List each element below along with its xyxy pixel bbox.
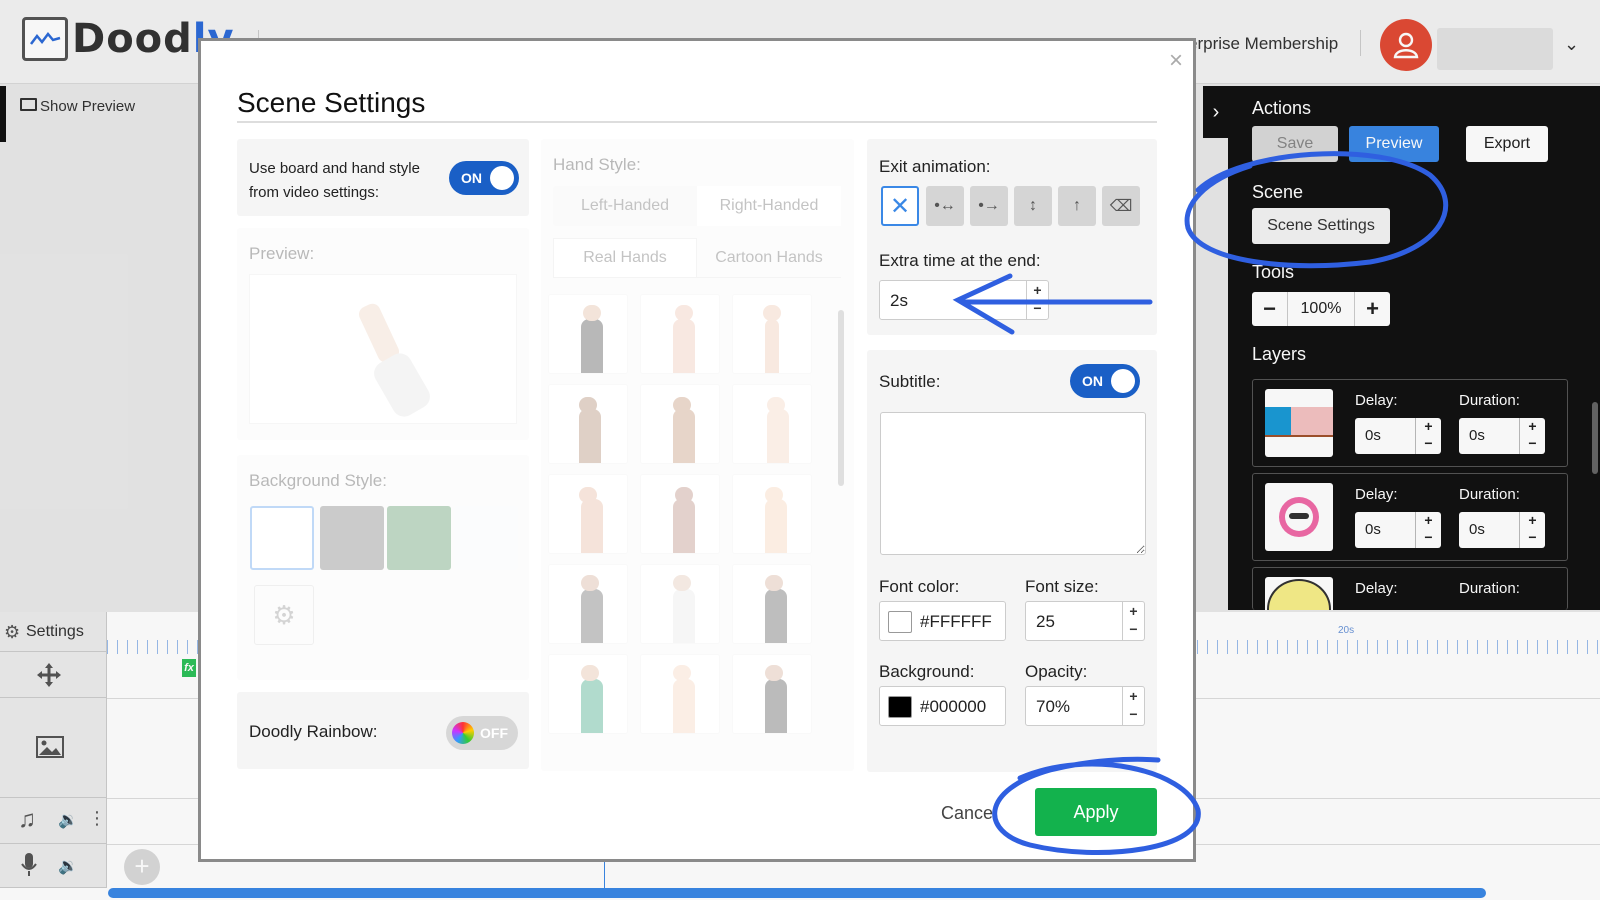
use-board-section: Use board and hand style from video setti… xyxy=(237,139,529,216)
hand-style-label: Hand Style: xyxy=(553,155,641,174)
hand-option[interactable] xyxy=(548,384,628,464)
stepper-plus-minus-icon[interactable]: + − xyxy=(1122,687,1144,725)
hand-option[interactable] xyxy=(640,474,720,554)
hand-option[interactable] xyxy=(548,294,628,374)
exit-slide-up-icon[interactable]: ↑ xyxy=(1058,186,1096,226)
hand-option[interactable] xyxy=(548,474,628,554)
exit-none-close-icon[interactable]: ✕ xyxy=(881,186,919,226)
preview-label: Preview: xyxy=(249,244,315,263)
handedness-selector: Left-Handed Right-Handed xyxy=(553,186,841,226)
extra-time-input[interactable]: 2s + − xyxy=(879,280,1049,320)
subtitle-textarea[interactable] xyxy=(880,412,1146,555)
tab-real-hands[interactable]: Real Hands xyxy=(553,238,697,278)
hand-option[interactable] xyxy=(640,654,720,734)
subtitle-toggle[interactable]: ON xyxy=(1070,364,1140,398)
font-size-label: Font size: xyxy=(1025,577,1099,596)
bg-swatch-green[interactable] xyxy=(387,506,451,570)
hand-option[interactable] xyxy=(640,564,720,644)
rainbow-icon xyxy=(452,722,474,744)
modal-title: Scene Settings xyxy=(237,87,426,118)
exit-slide-down-icon[interactable]: ↕ xyxy=(1014,186,1052,226)
use-board-toggle[interactable]: ON xyxy=(449,161,519,195)
close-icon[interactable]: × xyxy=(1169,47,1183,75)
background-style-label: Background Style: xyxy=(249,471,387,490)
title-divider xyxy=(237,121,1157,123)
extra-time-label: Extra time at the end: xyxy=(879,251,1041,270)
bg-swatch-white[interactable] xyxy=(250,506,314,570)
hand-option[interactable] xyxy=(640,294,720,374)
hand-option[interactable] xyxy=(732,474,812,554)
color-swatch[interactable] xyxy=(888,696,912,718)
hand-option[interactable] xyxy=(640,384,720,464)
exit-animation-label: Exit animation: xyxy=(879,157,991,176)
use-board-label: Use board and hand style from video setti… xyxy=(249,160,420,201)
hand-option[interactable] xyxy=(732,384,812,464)
hand-option[interactable] xyxy=(548,654,628,734)
tab-cartoon-hands[interactable]: Cartoon Hands xyxy=(697,238,841,278)
bg-swatch-light[interactable] xyxy=(454,506,518,570)
doodly-rainbow-label: Doodly Rainbow: xyxy=(249,722,378,741)
bg-swatch-gray[interactable] xyxy=(320,506,384,570)
background-label: Background: xyxy=(879,662,975,681)
apply-button[interactable]: Apply xyxy=(1035,788,1157,836)
exit-erase-icon[interactable]: ⌫ xyxy=(1102,186,1140,226)
gear-icon[interactable]: ⚙ xyxy=(254,585,314,645)
hand-option[interactable] xyxy=(732,294,812,374)
cancel-button[interactable]: Cancel xyxy=(941,803,997,824)
stepper-plus-minus-icon[interactable]: + − xyxy=(1026,281,1048,319)
hand-grid-scrollbar[interactable] xyxy=(838,310,844,486)
doodly-rainbow-toggle[interactable]: OFF xyxy=(446,716,518,750)
color-swatch[interactable] xyxy=(888,611,912,633)
stepper-plus-minus-icon[interactable]: + − xyxy=(1122,602,1144,640)
hand-option[interactable] xyxy=(732,564,812,644)
preview-box xyxy=(249,274,517,424)
hand-option[interactable] xyxy=(548,564,628,644)
background-color-input[interactable]: #000000 xyxy=(879,686,1006,726)
font-size-input[interactable]: 25 + − xyxy=(1025,601,1145,641)
subtitle-label: Subtitle: xyxy=(879,372,941,391)
left-handed-option[interactable]: Left-Handed xyxy=(553,186,697,226)
hand-option[interactable] xyxy=(732,654,812,734)
preview-section: Preview: xyxy=(237,228,529,440)
font-color-label: Font color: xyxy=(879,577,960,596)
hand-type-tabs: Real Hands Cartoon Hands xyxy=(553,238,841,278)
font-color-input[interactable]: #FFFFFF xyxy=(879,601,1006,641)
exit-slide-right-icon[interactable]: •→ xyxy=(970,186,1008,226)
exit-slide-left-icon[interactable]: •↔ xyxy=(926,186,964,226)
right-handed-option[interactable]: Right-Handed xyxy=(697,186,841,226)
opacity-label: Opacity: xyxy=(1025,662,1088,681)
opacity-input[interactable]: 70% + − xyxy=(1025,686,1145,726)
